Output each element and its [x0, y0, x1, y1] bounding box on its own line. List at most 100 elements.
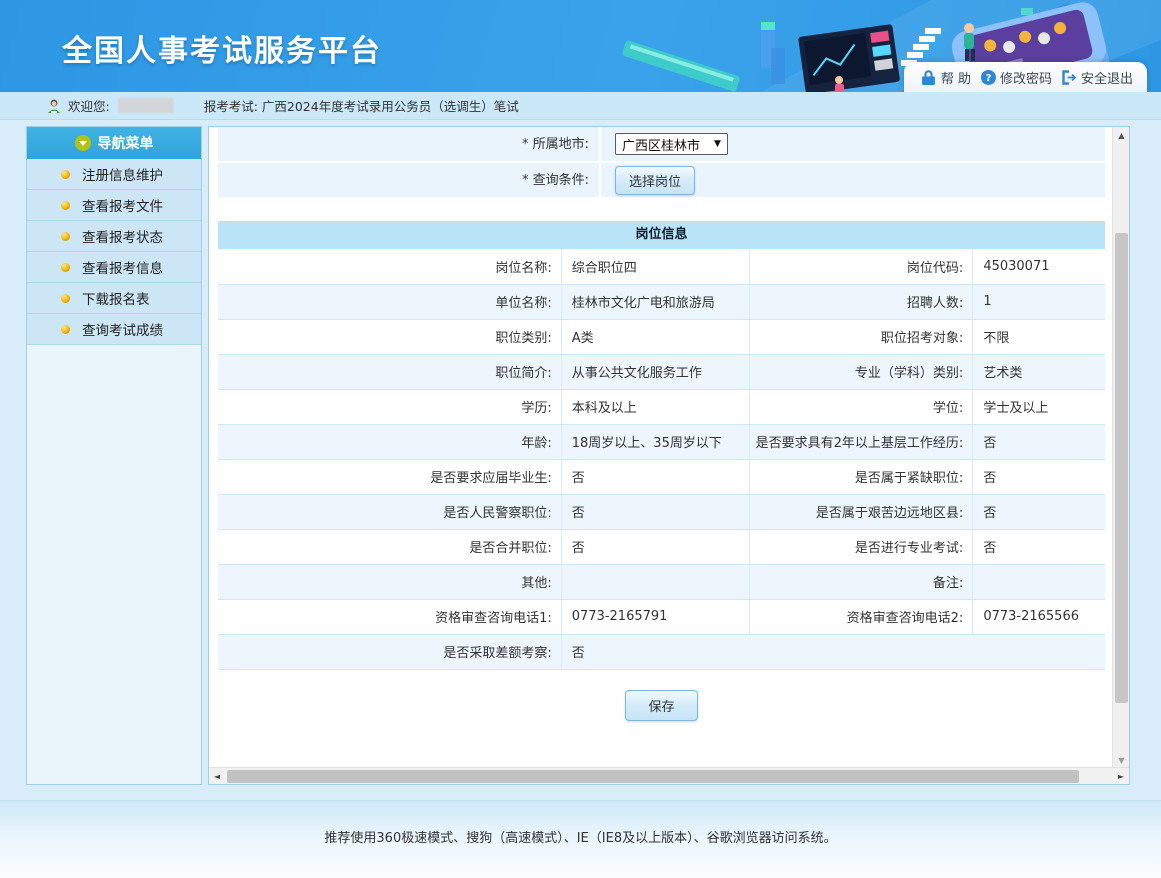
- question-icon: ?: [981, 70, 996, 85]
- svg-text:?: ?: [986, 73, 992, 84]
- job-table-body: 岗位名称:综合职位四岗位代码:45030071单位名称:桂林市文化广电和旅游局招…: [218, 249, 1105, 669]
- field-value: 桂林市文化广电和旅游局: [561, 284, 749, 319]
- scroll-right-arrow-icon[interactable]: ►: [1113, 768, 1129, 785]
- field-label: 是否属于紧缺职位:: [749, 459, 973, 494]
- sidebar-item-5[interactable]: 下载报名表: [27, 283, 201, 314]
- horizontal-scrollbar[interactable]: ◄ ►: [209, 767, 1129, 784]
- field-label: 岗位代码:: [749, 249, 973, 284]
- field-label: 招聘人数:: [749, 284, 973, 319]
- bullet-icon: [61, 170, 70, 179]
- form-row-city: * 所属地市: 广西区桂林市 ▼: [218, 127, 1105, 163]
- field-label: 是否要求具有2年以上基层工作经历:: [749, 424, 973, 459]
- field-value: 否: [561, 529, 749, 564]
- table-row: 年龄:18周岁以上、35周岁以下是否要求具有2年以上基层工作经历:否: [218, 424, 1105, 459]
- header-link-lock[interactable]: 帮 助: [922, 68, 971, 87]
- exit-icon: [1062, 70, 1077, 85]
- job-info-table: 岗位信息 岗位名称:综合职位四岗位代码:45030071单位名称:桂林市文化广电…: [218, 221, 1105, 670]
- table-row: 是否要求应届毕业生:否是否属于紧缺职位:否: [218, 459, 1105, 494]
- field-label: 是否进行专业考试:: [749, 529, 973, 564]
- field-value: 否: [973, 424, 1105, 459]
- city-select-value: 广西区桂林市: [622, 135, 700, 154]
- field-label: 职位招考对象:: [749, 319, 973, 354]
- user-avatar-icon: [46, 98, 62, 114]
- sidebar-item-2[interactable]: 查看报考文件: [27, 190, 201, 221]
- field-value: 否: [561, 494, 749, 529]
- scroll-up-arrow-icon[interactable]: ▲: [1113, 127, 1130, 143]
- table-row: 学历:本科及以上学位:学士及以上: [218, 389, 1105, 424]
- field-value: [973, 564, 1105, 599]
- scroll-left-arrow-icon[interactable]: ◄: [209, 768, 225, 785]
- sidebar-item-label: 查看报考状态: [82, 226, 163, 246]
- sidebar-item-6[interactable]: 查询考试成绩: [27, 314, 201, 345]
- field-value: 学士及以上: [973, 389, 1105, 424]
- lock-icon: [922, 70, 937, 85]
- app-header: 全国人事考试服务平台 帮 助? 修改密码 安全退出: [0, 0, 1161, 92]
- field-value: 0773-2165566: [973, 599, 1105, 634]
- header-link-label: 修改密码: [1000, 68, 1052, 87]
- chevron-down-icon: [75, 135, 91, 151]
- field-value: 45030071: [973, 249, 1105, 284]
- bullet-icon: [61, 232, 70, 241]
- table-row: 是否采取差额考察:否: [218, 634, 1105, 669]
- city-label: * 所属地市:: [218, 127, 601, 161]
- table-row: 是否人民警察职位:否是否属于艰苦边远地区县:否: [218, 494, 1105, 529]
- sidebar-item-label: 查询考试成绩: [82, 319, 163, 339]
- condition-label: * 查询条件:: [218, 163, 601, 197]
- choose-position-button[interactable]: 选择岗位: [615, 166, 695, 195]
- field-label: 学历:: [218, 389, 561, 424]
- field-value: 从事公共文化服务工作: [561, 354, 749, 389]
- vertical-scrollbar[interactable]: ▲ ▼: [1112, 127, 1129, 768]
- field-label: 学位:: [749, 389, 973, 424]
- page: 全国人事考试服务平台 帮 助?修改密码安全退出 欢迎您: 报考考试: 广西202…: [0, 0, 1161, 878]
- field-label: 是否合并职位:: [218, 529, 561, 564]
- field-label: 资格审查咨询电话2:: [749, 599, 973, 634]
- field-label: 资格审查咨询电话1:: [218, 599, 561, 634]
- field-value: 1: [973, 284, 1105, 319]
- page-title: 全国人事考试服务平台: [62, 26, 382, 70]
- field-label: 职位简介:: [218, 354, 561, 389]
- header-link-question[interactable]: ? 修改密码: [981, 68, 1052, 87]
- header-link-label: 安全退出: [1081, 68, 1133, 87]
- field-value: 艺术类: [973, 354, 1105, 389]
- bullet-icon: [61, 294, 70, 303]
- content-panel: * 所属地市: 广西区桂林市 ▼ * 查询条件: 选择岗位 岗位信息: [208, 126, 1130, 785]
- header-link-label: 帮 助: [941, 68, 971, 87]
- select-chevron-icon: ▼: [714, 139, 721, 149]
- bullet-icon: [61, 201, 70, 210]
- table-row: 其他: 备注:: [218, 564, 1105, 599]
- header-link-exit[interactable]: 安全退出: [1062, 68, 1133, 87]
- job-info-content: * 所属地市: 广西区桂林市 ▼ * 查询条件: 选择岗位 岗位信息: [209, 127, 1105, 751]
- field-label: 年龄:: [218, 424, 561, 459]
- scroll-down-arrow-icon[interactable]: ▼: [1113, 752, 1130, 768]
- table-row: 岗位名称:综合职位四岗位代码:45030071: [218, 249, 1105, 284]
- save-button[interactable]: 保存: [625, 690, 697, 721]
- table-row: 资格审查咨询电话1:0773-2165791资格审查咨询电话2:0773-216…: [218, 599, 1105, 634]
- field-value: 综合职位四: [561, 249, 749, 284]
- horizontal-scrollbar-thumb[interactable]: [227, 770, 1079, 783]
- field-value: 否: [973, 494, 1105, 529]
- sidebar-item-4[interactable]: 查看报考信息: [27, 252, 201, 283]
- field-value: A类: [561, 319, 749, 354]
- welcome-greeting: 欢迎您:: [68, 96, 110, 115]
- city-select[interactable]: 广西区桂林市 ▼: [615, 133, 728, 155]
- field-label: 备注:: [749, 564, 973, 599]
- vertical-scrollbar-thumb[interactable]: [1115, 233, 1128, 703]
- table-row: 是否合并职位:否是否进行专业考试:否: [218, 529, 1105, 564]
- field-value: 否: [561, 634, 1105, 669]
- field-label: 专业（学科）类别:: [749, 354, 973, 389]
- table-row: 单位名称:桂林市文化广电和旅游局招聘人数:1: [218, 284, 1105, 319]
- field-value: 0773-2165791: [561, 599, 749, 634]
- nav-menu-header[interactable]: 导航菜单: [27, 127, 201, 159]
- field-label: 其他:: [218, 564, 561, 599]
- field-label: 岗位名称:: [218, 249, 561, 284]
- sidebar-item-3[interactable]: 查看报考状态: [27, 221, 201, 252]
- sidebar-item-1[interactable]: 注册信息维护: [27, 159, 201, 190]
- table-row: 职位简介:从事公共文化服务工作专业（学科）类别:艺术类: [218, 354, 1105, 389]
- bullet-icon: [61, 263, 70, 272]
- field-label: 是否属于艰苦边远地区县:: [749, 494, 973, 529]
- job-table-title: 岗位信息: [218, 221, 1105, 249]
- field-label: 是否采取差额考察:: [218, 634, 561, 669]
- bullet-icon: [61, 325, 70, 334]
- field-label: 单位名称:: [218, 284, 561, 319]
- field-label: 职位类别:: [218, 319, 561, 354]
